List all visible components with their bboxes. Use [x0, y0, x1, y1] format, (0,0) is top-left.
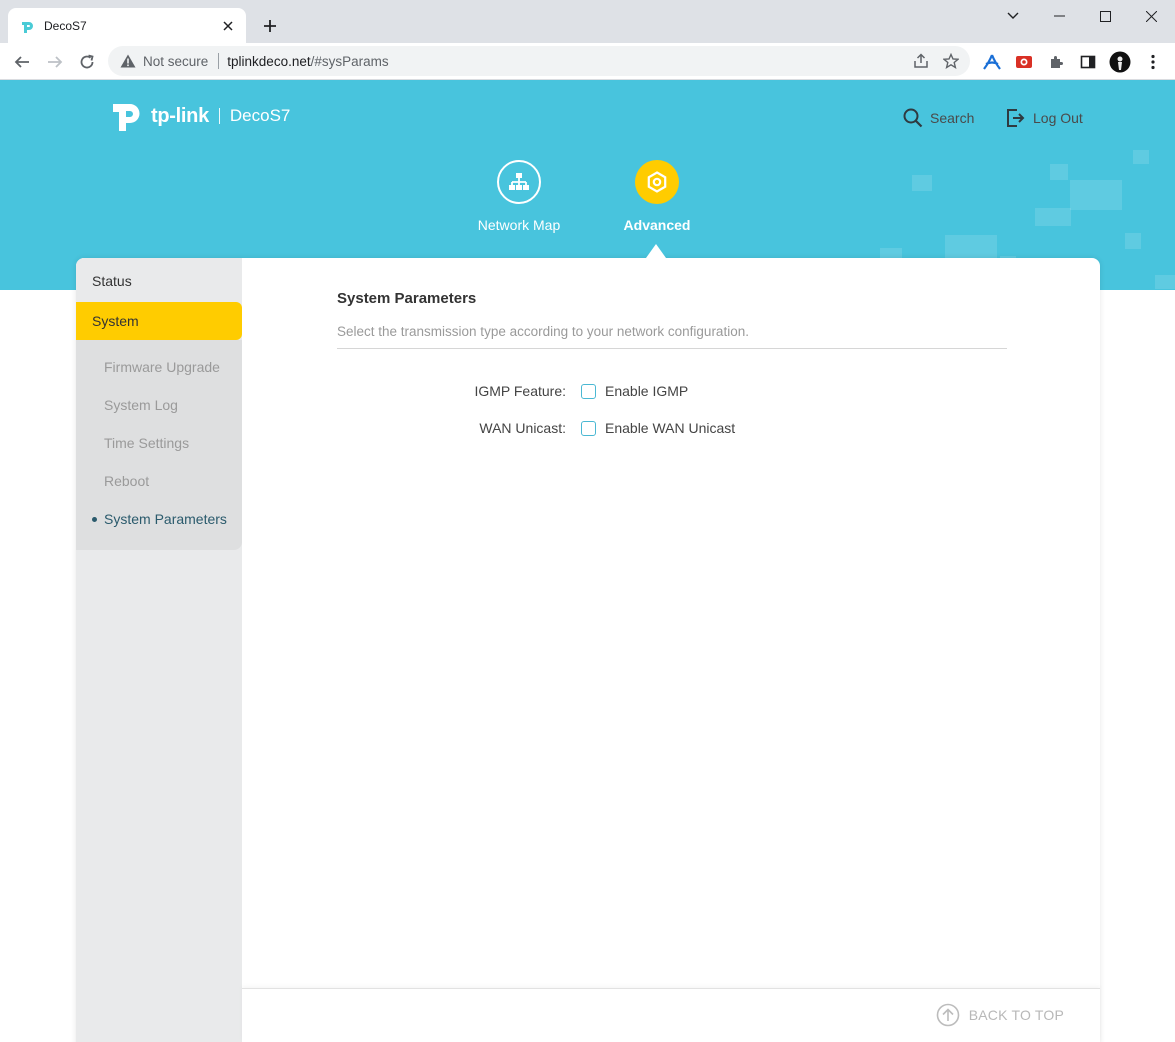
back-to-top-button[interactable]: BACK TO TOP [936, 1003, 1064, 1027]
url-host: tplinkdeco.net [227, 53, 311, 69]
back-arrow-icon[interactable] [8, 48, 36, 76]
decor-pixel [912, 175, 932, 191]
logout-icon [1007, 109, 1025, 127]
advanced-gear-icon [635, 160, 679, 204]
sidebar-subitem-time-settings[interactable]: Time Settings [76, 424, 242, 462]
nav-advanced-label: Advanced [623, 217, 691, 233]
search-button[interactable]: Search [903, 108, 974, 128]
tp-link-logo-icon [113, 104, 140, 131]
model-name: DecoS7 [229, 106, 291, 125]
logout-button[interactable]: Log Out [1006, 108, 1083, 128]
sidebar-subgroup-system: Firmware Upgrade System Log Time Setting… [76, 340, 242, 550]
section-title: System Parameters [337, 290, 477, 307]
brand-name: tp-link [151, 104, 209, 127]
subitem-label: Time Settings [104, 435, 190, 451]
bookmark-star-icon[interactable] [936, 46, 966, 76]
sidebar: Status System Firmware Upgrade System Lo… [76, 258, 242, 1042]
nav-advanced[interactable]: Advanced [597, 160, 717, 233]
wan-unicast-field-label: WAN Unicast: [479, 420, 566, 436]
forward-arrow-icon[interactable] [41, 48, 69, 76]
video-extension-icon[interactable] [1010, 48, 1038, 76]
tab-title: DecoS7 [44, 18, 87, 33]
section-description: Select the transmission type according t… [337, 324, 749, 339]
tp-link-favicon-icon [20, 18, 36, 34]
sidebar-item-system[interactable]: System [76, 302, 242, 340]
warning-triangle-icon [120, 53, 136, 69]
tab-close-icon[interactable] [220, 18, 236, 34]
decor-pixel [1155, 275, 1175, 289]
browser-toolbar: Not secure tplinkdeco.net/#sysParams [0, 43, 1175, 80]
logout-label: Log Out [1033, 110, 1083, 126]
omnibox-separator [218, 53, 220, 69]
arrow-up-circle-icon [936, 1003, 959, 1027]
sidebar-subitem-system-parameters[interactable]: System Parameters [76, 500, 242, 538]
share-icon[interactable] [906, 46, 936, 76]
content-panel: System Parameters Select the transmissio… [242, 258, 1100, 1042]
minimize-icon[interactable] [1036, 0, 1082, 32]
url-text: tplinkdeco.net/#sysParams [227, 54, 906, 69]
tab-strip: DecoS7 [0, 0, 1175, 43]
subitem-label: System Log [104, 397, 178, 413]
section-divider [337, 348, 1007, 349]
side-panel-icon[interactable] [1074, 48, 1102, 76]
security-label: Not secure [143, 53, 209, 69]
subitem-label: Reboot [104, 473, 150, 489]
browser-tab[interactable]: DecoS7 [8, 8, 246, 43]
enable-wan-unicast-label[interactable]: Enable WAN Unicast [605, 420, 735, 436]
brand-logo[interactable]: tp-link DecoS7 [111, 98, 290, 134]
reload-icon[interactable] [73, 48, 101, 76]
decor-pixel [1125, 233, 1141, 249]
decor-pixel [1070, 180, 1122, 210]
enable-wan-unicast-checkbox[interactable] [581, 420, 596, 436]
main-card: Status System Firmware Upgrade System Lo… [76, 258, 1100, 1042]
search-icon [903, 108, 923, 128]
subitem-label: System Parameters [104, 511, 227, 527]
wan-unicast-row: WAN Unicast: Enable WAN Unicast [337, 416, 1007, 440]
current-item-dot [92, 516, 97, 522]
igmp-field-label: IGMP Feature: [474, 383, 566, 399]
url-path: /#sysParams [310, 53, 389, 69]
subitem-label: Firmware Upgrade [104, 359, 220, 375]
search-label: Search [930, 110, 975, 126]
footer-bar: BACK TO TOP [242, 988, 1100, 1042]
igmp-row: IGMP Feature: Enable IGMP [337, 379, 1007, 403]
browser-chrome: DecoS7 Not secure tplinkdeco.net/#sysPar… [0, 0, 1175, 80]
sidebar-subitem-system-log[interactable]: System Log [76, 386, 242, 424]
profile-avatar-icon[interactable] [1106, 48, 1134, 76]
acrobat-extension-icon[interactable] [978, 48, 1006, 76]
nav-network-map-label: Network Map [477, 217, 561, 233]
maximize-icon[interactable] [1082, 0, 1128, 32]
network-map-icon [497, 160, 541, 204]
back-to-top-label: BACK TO TOP [968, 1007, 1064, 1023]
decor-pixel [1050, 164, 1068, 180]
decor-pixel [1035, 208, 1071, 226]
nav-network-map[interactable]: Network Map [459, 160, 579, 233]
decor-pixel [1133, 150, 1149, 164]
sidebar-subitem-firmware-upgrade[interactable]: Firmware Upgrade [76, 348, 242, 386]
address-bar[interactable]: Not secure tplinkdeco.net/#sysParams [108, 46, 970, 76]
sidebar-subitem-reboot[interactable]: Reboot [76, 462, 242, 500]
sidebar-item-status[interactable]: Status [76, 258, 242, 302]
new-tab-icon[interactable] [258, 14, 282, 38]
browser-menu-icon[interactable] [1139, 48, 1167, 76]
enable-igmp-checkbox[interactable] [581, 383, 596, 399]
extensions-puzzle-icon[interactable] [1042, 48, 1070, 76]
active-nav-pointer [646, 244, 666, 258]
page: tp-link DecoS7 Search Log Out Network Ma… [0, 80, 1175, 1042]
enable-igmp-label[interactable]: Enable IGMP [605, 383, 688, 399]
brand-divider [218, 108, 220, 124]
tab-search-chevron-icon[interactable] [990, 0, 1036, 32]
close-window-icon[interactable] [1128, 0, 1174, 32]
